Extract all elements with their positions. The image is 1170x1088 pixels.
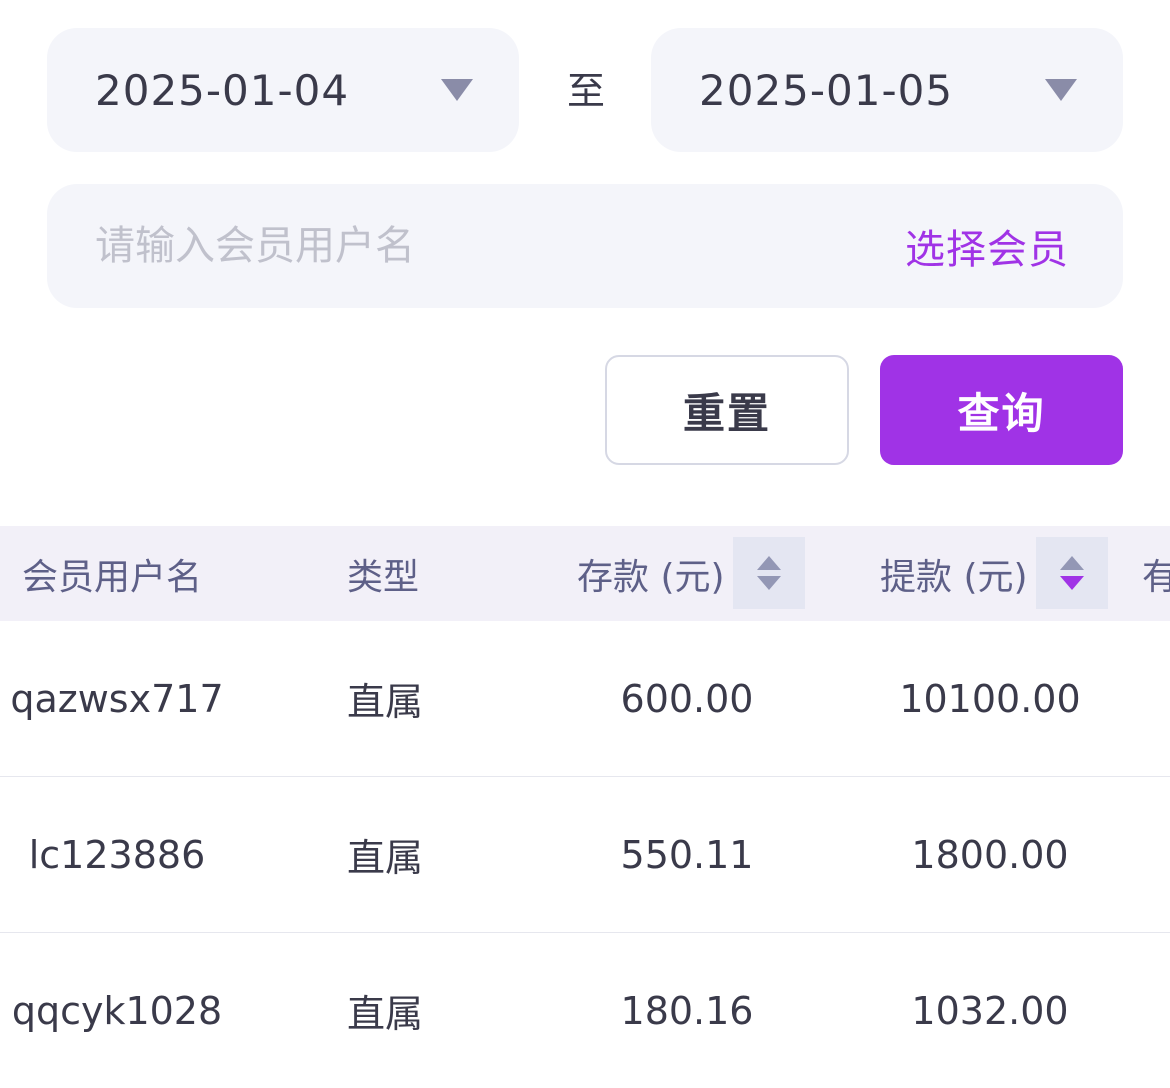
column-header-withdraw: 提款 (元) <box>880 556 1028 598</box>
cell-type: 直属 <box>347 836 424 880</box>
end-date-value: 2025-01-05 <box>699 65 954 115</box>
dropdown-caret-icon <box>1045 79 1077 101</box>
cell-username: lc123886 <box>28 832 206 877</box>
cell-type: 直属 <box>347 680 424 724</box>
cell-username: qazwsx717 <box>10 676 224 721</box>
member-search-field: 选择会员 <box>47 184 1123 308</box>
cell-withdraw: 1800.00 <box>911 832 1069 877</box>
reset-button[interactable]: 重置 <box>605 355 849 465</box>
cell-deposit: 550.11 <box>620 832 754 877</box>
withdraw-sort-button[interactable] <box>1036 537 1108 609</box>
deposit-sort-button[interactable] <box>733 537 805 609</box>
column-header-username: 会员用户名 <box>22 556 203 598</box>
select-member-link[interactable]: 选择会员 <box>905 217 1069 275</box>
cell-username: qqcyk1028 <box>11 988 223 1033</box>
column-header-deposit: 存款 (元) <box>577 556 725 598</box>
dropdown-caret-icon <box>441 79 473 101</box>
member-username-input[interactable] <box>95 223 795 269</box>
cell-withdraw: 10100.00 <box>899 676 1081 721</box>
start-date-picker[interactable]: 2025-01-04 <box>47 28 519 152</box>
table-row[interactable]: qazwsx717 直属 600.00 10100.00 <box>0 621 1170 777</box>
cell-deposit: 600.00 <box>620 676 754 721</box>
table-row[interactable]: qqcyk1028 直属 180.16 1032.00 <box>0 933 1170 1088</box>
cell-deposit: 180.16 <box>620 988 754 1033</box>
table-row[interactable]: lc123886 直属 550.11 1800.00 <box>0 777 1170 933</box>
cell-withdraw: 1032.00 <box>911 988 1069 1033</box>
end-date-picker[interactable]: 2025-01-05 <box>651 28 1123 152</box>
column-header-partial: 有 <box>1142 556 1170 598</box>
sort-ascending-icon <box>757 556 781 570</box>
date-range-separator: 至 <box>566 69 605 113</box>
query-button[interactable]: 查询 <box>880 355 1123 465</box>
sort-descending-icon <box>757 576 781 590</box>
start-date-value: 2025-01-04 <box>95 65 350 115</box>
column-header-type: 类型 <box>347 556 420 598</box>
member-report-table: 会员用户名 类型 存款 (元) 提款 (元) 有 qazwsx717 直属 60… <box>0 526 1170 1088</box>
table-header: 会员用户名 类型 存款 (元) 提款 (元) 有 <box>0 526 1170 621</box>
sort-descending-icon <box>1060 576 1084 590</box>
cell-type: 直属 <box>347 992 424 1036</box>
sort-ascending-icon <box>1060 556 1084 570</box>
